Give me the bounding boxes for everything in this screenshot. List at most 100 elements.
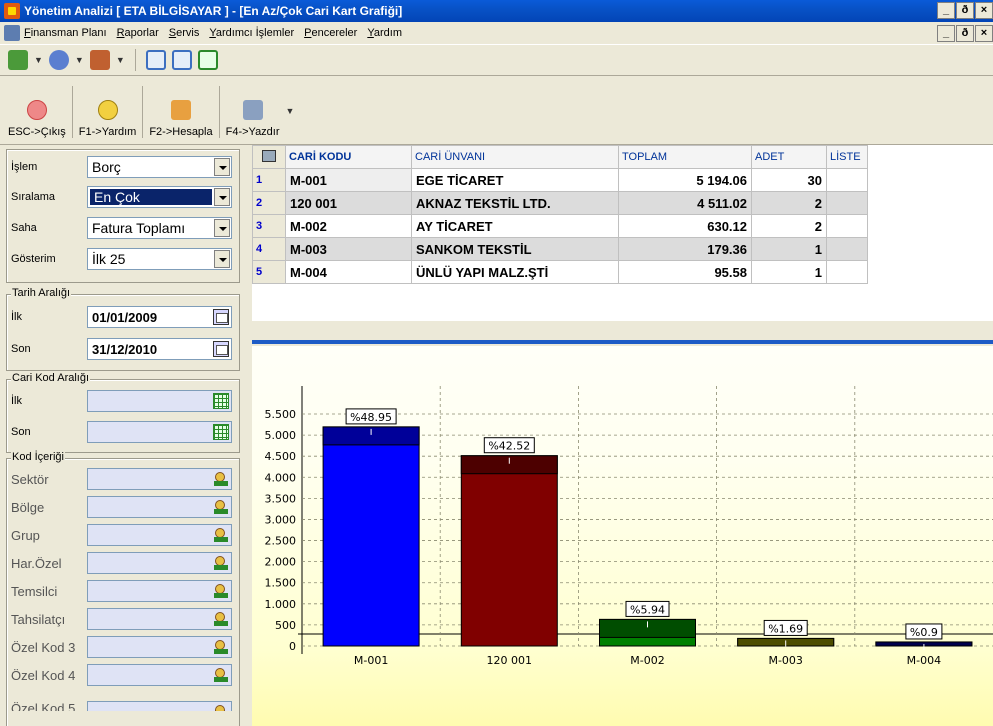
grid-settings-icon[interactable]	[262, 149, 276, 162]
col-toplam[interactable]: TOPLAM	[618, 145, 752, 169]
cell-adet[interactable]: 30	[751, 168, 827, 192]
gosterim-select[interactable]: İlk 25	[87, 248, 232, 270]
grid-icon[interactable]	[213, 424, 229, 440]
ozel-kod4-field[interactable]	[87, 664, 232, 686]
code-end-field[interactable]	[87, 421, 232, 443]
col-liste[interactable]: LİSTE	[826, 145, 868, 169]
row-number[interactable]: 4	[252, 237, 286, 261]
child-restore-button[interactable]: ð	[956, 25, 974, 42]
cell-adet[interactable]: 1	[751, 260, 827, 284]
help-button[interactable]: F1->Yardım	[73, 86, 144, 138]
lookup-icon[interactable]	[213, 555, 229, 571]
menu-pencereler[interactable]: Pencereler	[304, 27, 357, 39]
cell-toplam[interactable]: 630.12	[618, 214, 752, 238]
lookup-icon[interactable]	[213, 667, 229, 683]
col-cari-unvani[interactable]: CARİ ÜNVANI	[411, 145, 619, 169]
grid-icon[interactable]	[197, 50, 218, 70]
print-button[interactable]: F4->Yazdır	[220, 86, 286, 138]
siralama-select[interactable]: En Çok	[87, 186, 232, 208]
close-button[interactable]: ×	[975, 2, 993, 19]
calendar-icon[interactable]	[213, 341, 229, 357]
row-number[interactable]: 1	[252, 168, 286, 192]
saha-select[interactable]: Fatura Toplamı	[87, 217, 232, 239]
calendar-icon[interactable]	[213, 309, 229, 325]
cell-unvan[interactable]: EGE TİCARET	[411, 168, 619, 192]
islem-select[interactable]: Borç	[87, 156, 232, 178]
chevron-down-icon[interactable]	[214, 219, 230, 237]
document-icon[interactable]	[4, 25, 20, 41]
ozel-kod5-field[interactable]	[87, 701, 232, 711]
cell-unvan[interactable]: ÜNLÜ YAPI MALZ.ŞTİ	[411, 260, 619, 284]
table-row[interactable]: 4 M-003 SANKOM TEKSTİL 179.36 1	[252, 237, 868, 261]
table-row[interactable]: 5 M-004 ÜNLÜ YAPI MALZ.ŞTİ 95.58 1	[252, 260, 868, 284]
lookup-icon[interactable]	[213, 499, 229, 515]
splitter[interactable]	[252, 340, 993, 344]
cell-toplam[interactable]: 5 194.06	[618, 168, 752, 192]
chevron-down-icon[interactable]	[214, 250, 230, 268]
col-cari-kodu[interactable]: CARİ KODU	[285, 145, 412, 169]
cell-unvan[interactable]: SANKOM TEKSTİL	[411, 237, 619, 261]
window-icon[interactable]	[145, 50, 166, 70]
chevron-down-icon[interactable]: ▼	[116, 55, 125, 65]
grup-field[interactable]	[87, 524, 232, 546]
cell-toplam[interactable]: 179.36	[618, 237, 752, 261]
cell-kod[interactable]: 120 001	[285, 191, 412, 215]
grid-icon[interactable]	[213, 393, 229, 409]
lookup-icon[interactable]	[213, 471, 229, 487]
child-close-button[interactable]: ×	[975, 25, 993, 42]
temsilci-field[interactable]	[87, 580, 232, 602]
chevron-down-icon[interactable]: ▼	[34, 55, 43, 65]
menu-yardim[interactable]: Yardım	[367, 27, 402, 39]
lookup-icon[interactable]	[213, 704, 229, 711]
lookup-icon[interactable]	[213, 611, 229, 627]
table-row[interactable]: 2 120 001 AKNAZ TEKSTİL LTD. 4 511.02 2	[252, 191, 868, 215]
menu-servis[interactable]: Servis	[169, 27, 200, 39]
cell-adet[interactable]: 2	[751, 214, 827, 238]
cell-toplam[interactable]: 95.58	[618, 260, 752, 284]
cell-unvan[interactable]: AKNAZ TEKSTİL LTD.	[411, 191, 619, 215]
cell-toplam[interactable]: 4 511.02	[618, 191, 752, 215]
users-icon[interactable]	[89, 50, 110, 70]
code-start-field[interactable]	[87, 390, 232, 412]
table-row[interactable]: 3 M-002 AY TİCARET 630.12 2	[252, 214, 868, 238]
restore-button[interactable]: ð	[956, 2, 974, 19]
ozel-kod3-field[interactable]	[87, 636, 232, 658]
lookup-icon[interactable]	[213, 583, 229, 599]
grid-corner[interactable]	[252, 145, 286, 169]
cell-liste[interactable]	[826, 237, 868, 261]
lookup-icon[interactable]	[213, 527, 229, 543]
minimize-button[interactable]: _	[937, 2, 955, 19]
help-icon[interactable]	[48, 50, 69, 70]
cell-liste[interactable]	[826, 214, 868, 238]
row-number[interactable]: 5	[252, 260, 286, 284]
cell-kod[interactable]: M-004	[285, 260, 412, 284]
col-adet[interactable]: ADET	[751, 145, 827, 169]
cell-kod[interactable]: M-002	[285, 214, 412, 238]
exit-button[interactable]: ESC->Çıkış	[2, 86, 73, 138]
date-start-field[interactable]: 01/01/2009	[87, 306, 232, 328]
cell-adet[interactable]: 2	[751, 191, 827, 215]
chevron-down-icon[interactable]	[214, 158, 230, 176]
tahsilatci-field[interactable]	[87, 608, 232, 630]
menu-raporlar[interactable]: Raporlar	[117, 27, 159, 39]
cell-kod[interactable]: M-001	[285, 168, 412, 192]
chevron-down-icon[interactable]: ▼	[75, 55, 84, 65]
cell-liste[interactable]	[826, 191, 868, 215]
cell-kod[interactable]: M-003	[285, 237, 412, 261]
chevron-down-icon[interactable]	[214, 188, 230, 206]
exit-door-icon[interactable]	[8, 50, 28, 70]
cell-liste[interactable]	[826, 260, 868, 284]
row-number[interactable]: 3	[252, 214, 286, 238]
cell-liste[interactable]	[826, 168, 868, 192]
menu-yardimci[interactable]: Yardımcı İşlemler	[209, 27, 294, 39]
date-end-field[interactable]: 31/12/2010	[87, 338, 232, 360]
chevron-down-icon[interactable]: ▼	[286, 106, 295, 116]
har-ozel-field[interactable]	[87, 552, 232, 574]
sektor-field[interactable]	[87, 468, 232, 490]
bolge-field[interactable]	[87, 496, 232, 518]
window-tile-icon[interactable]	[171, 50, 192, 70]
table-row[interactable]: 1 M-001 EGE TİCARET 5 194.06 30	[252, 168, 868, 192]
calculate-button[interactable]: F2->Hesapla	[143, 86, 220, 138]
menu-finansman[interactable]: Finansman Planı	[24, 27, 107, 39]
cell-adet[interactable]: 1	[751, 237, 827, 261]
